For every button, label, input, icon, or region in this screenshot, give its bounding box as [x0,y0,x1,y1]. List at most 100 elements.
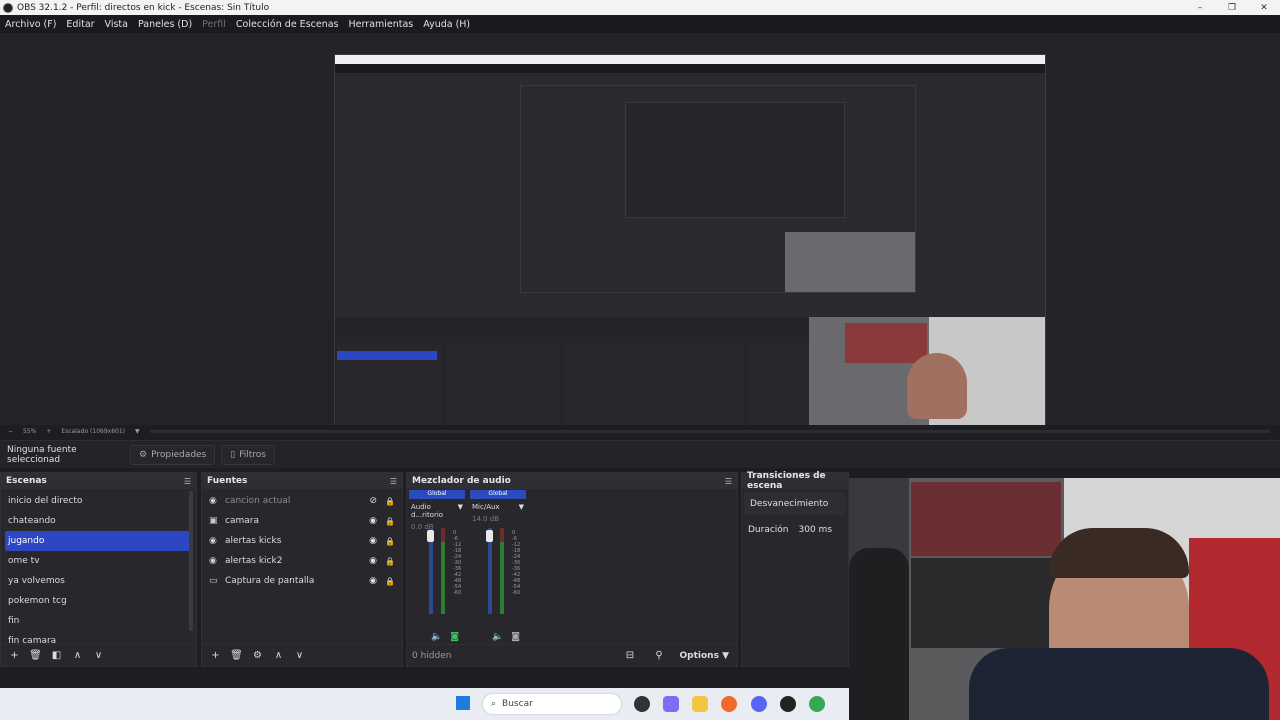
move-up-icon[interactable]: ∧ [270,650,287,661]
dock-menu-icon[interactable]: ☰ [390,477,397,486]
transitions-title: Transiciones de escena [747,471,826,491]
scene-item[interactable]: ome tv [1,551,196,571]
volume-fader[interactable] [427,530,434,542]
options-button[interactable]: Options ▼ [680,651,730,661]
filters-button[interactable]: ▯ Filtros [221,444,275,465]
source-item[interactable]: ◉ cancion actual ⊘ 🔒 [202,491,402,511]
menu-herramientas[interactable]: Herramientas [344,19,419,30]
nested-preview [520,85,916,293]
source-item[interactable]: ◉ alertas kick2 ◉ 🔒 [202,551,402,571]
move-up-icon[interactable]: ∧ [69,650,86,661]
chrome-icon[interactable] [809,696,825,712]
scale-dropdown-icon[interactable]: ▼ [135,428,140,435]
webcam-person-jacket [969,648,1269,720]
zoom-in-button[interactable]: + [46,428,51,435]
layout-icon[interactable]: ⊟ [622,650,639,661]
lock-icon[interactable]: 🔒 [385,537,395,546]
channel-menu-icon[interactable]: ▼ [458,503,463,519]
scale-label: Escalado (1069x601) [61,427,125,435]
lock-icon[interactable]: 🔒 [385,497,395,506]
scene-item[interactable]: inicio del directo [1,491,196,511]
menu-editar[interactable]: Editar [61,19,99,30]
source-label: alertas kicks [225,536,282,546]
webcam-cabinet [911,558,1061,648]
headphones-icon[interactable]: ◙ [511,632,520,642]
minimize-button[interactable]: – [1184,3,1216,13]
scenes-scrollbar[interactable] [189,491,193,631]
duration-input[interactable]: 300 ms [799,525,833,535]
close-button[interactable]: ✕ [1248,3,1280,13]
speaker-icon[interactable]: 🔈 [492,632,503,642]
link-icon[interactable]: ⚲ [651,650,668,661]
menu-vista[interactable]: Vista [100,19,133,30]
preview-footer: − 55% + Escalado (1069x601) ▼ [0,425,1280,437]
start-icon[interactable] [456,696,470,710]
volume-fader[interactable] [486,530,493,542]
trash-icon[interactable]: 🗑 [27,650,44,661]
gear-icon[interactable]: ⚙ [249,650,266,661]
zoom-out-button[interactable]: − [8,428,13,435]
channel-menu-icon[interactable]: ▼ [519,503,524,511]
file-explorer-icon[interactable] [692,696,708,712]
scene-item[interactable]: ya volvemos [1,571,196,591]
transitions-dock: Transiciones de escena Desvanecimiento D… [741,471,849,667]
move-down-icon[interactable]: ∨ [291,650,308,661]
source-item[interactable]: ◉ alertas kicks ◉ 🔒 [202,531,402,551]
level-meter [441,542,445,614]
channel-volume: 14.0 dB [472,515,500,523]
menu-ayuda[interactable]: Ayuda (H) [418,19,475,30]
scene-item[interactable]: pokemon tcg [1,591,196,611]
dock-menu-icon[interactable]: ☰ [725,477,732,486]
copilot-icon[interactable] [663,696,679,712]
preview-canvas[interactable] [334,54,1046,426]
search-icon: ⌕ [491,699,497,709]
eye-icon[interactable]: ◉ [369,536,377,546]
scene-item[interactable]: fin camara [1,631,196,643]
menu-perfil[interactable]: Perfil [197,19,231,30]
taskbar-search[interactable]: ⌕ Buscar [482,693,622,715]
add-icon[interactable]: + [6,650,23,661]
move-down-icon[interactable]: ∨ [90,650,107,661]
scene-item-selected[interactable]: jugando [5,531,192,551]
firefox-icon[interactable] [721,696,737,712]
lock-icon[interactable]: 🔒 [385,517,395,526]
nested-sources [447,343,559,425]
window-title: OBS 32.1.2 - Perfil: directos en kick - … [17,2,270,13]
mixer-title: Mezclador de audio [412,476,511,486]
transition-select[interactable]: Desvanecimiento [744,493,846,515]
channel-name: Audio d...ritorio [411,503,444,519]
sources-title: Fuentes [207,476,248,486]
source-item[interactable]: ▭ Captura de pantalla ◉ 🔒 [202,571,402,591]
eye-hidden-icon[interactable]: ⊘ [369,496,377,506]
trash-icon[interactable]: 🗑 [228,650,245,661]
discord-icon[interactable] [751,696,767,712]
obs-icon[interactable] [780,696,796,712]
lock-icon[interactable]: 🔒 [385,577,395,586]
eye-icon[interactable]: ◉ [369,516,377,526]
sources-dock: Fuentes ☰ ◉ cancion actual ⊘ 🔒 ▣ camara … [201,472,403,667]
scene-item[interactable]: fin [1,611,196,631]
eye-icon[interactable]: ◉ [369,576,377,586]
eye-icon[interactable]: ◉ [369,556,377,566]
scenes-dock: Escenas ☰ inicio del directo chateando j… [0,472,197,667]
menu-coleccion-escenas[interactable]: Colección de Escenas [231,19,344,30]
scene-item[interactable]: chateando [1,511,196,531]
app-g-icon[interactable] [634,696,650,712]
source-label: cancion actual [225,496,291,506]
horizontal-scrollbar[interactable] [149,429,1270,433]
dock-menu-icon[interactable]: ☰ [184,477,191,486]
webcam-overlay [849,478,1280,720]
scene-filters-icon[interactable]: ◧ [48,650,65,661]
headphones-icon[interactable]: ◙ [450,632,459,642]
source-label: alertas kick2 [225,556,283,566]
add-icon[interactable]: + [207,650,224,661]
menu-archivo[interactable]: Archivo (F) [0,19,61,30]
peak-meter [441,528,445,542]
menu-paneles[interactable]: Paneles (D) [133,19,197,30]
source-item[interactable]: ▣ camara ◉ 🔒 [202,511,402,531]
maximize-button[interactable]: ❐ [1216,3,1248,13]
nested-mixer [563,343,743,425]
properties-button[interactable]: ⚙ Propiedades [130,444,216,465]
speaker-icon[interactable]: 🔈 [431,632,442,642]
lock-icon[interactable]: 🔒 [385,557,395,566]
